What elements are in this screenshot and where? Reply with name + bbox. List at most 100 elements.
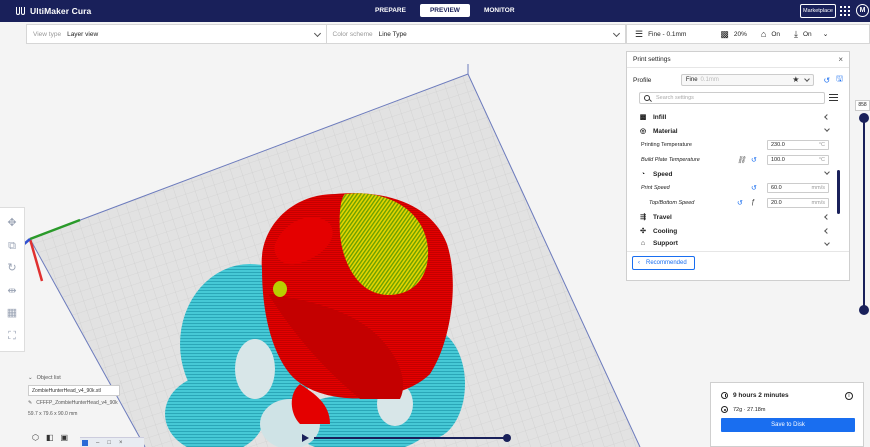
front-view-icon[interactable]: ◧ xyxy=(46,433,54,442)
tab-preview[interactable]: PREVIEW xyxy=(419,4,470,17)
layer-slider-top-handle[interactable] xyxy=(859,113,869,123)
reset-icon[interactable]: ↺ xyxy=(737,199,743,207)
close-window-icon[interactable]: × xyxy=(119,440,123,446)
profile-summary[interactable]: ☰ Fine - 0.1mm xyxy=(627,29,686,40)
view-type-value: Layer view xyxy=(67,30,99,38)
settings-scrollbar[interactable] xyxy=(837,170,840,214)
reset-profile-icon[interactable]: ↺ xyxy=(823,76,830,85)
color-scheme-dropdown[interactable]: Color scheme Line Type xyxy=(327,25,626,43)
layer-slider-bottom-handle[interactable] xyxy=(859,305,869,315)
top-bar: UltiMaker Cura PREPARE PREVIEW MONITOR M… xyxy=(0,0,870,22)
3d-view-icon[interactable]: ⬡ xyxy=(32,433,39,442)
profile-dropdown[interactable]: Fine 0.1mm ★ xyxy=(680,74,815,86)
field-value: 60.0 xyxy=(771,185,782,192)
infill-icon: ▩ xyxy=(639,114,647,121)
per-model-settings-icon[interactable]: ▦ xyxy=(5,306,19,320)
taskbar-fragment: – □ × xyxy=(80,437,144,447)
build-plate-temperature-field[interactable]: 100.0 °C xyxy=(767,154,829,165)
panel-header: Print settings × xyxy=(627,52,849,68)
view-type-dropdown[interactable]: View type Layer view xyxy=(27,25,327,43)
recommended-button[interactable]: ‹ Recommended xyxy=(632,256,695,270)
rotate-icon[interactable]: ↻ xyxy=(5,261,19,275)
account-avatar[interactable]: M xyxy=(856,4,869,17)
marketplace-button[interactable]: Marketplace xyxy=(800,4,836,18)
category-travel[interactable]: ⇶ Travel xyxy=(639,210,833,224)
chevron-down-icon xyxy=(804,76,811,82)
support-icon: ⌂ xyxy=(640,239,646,247)
setting-label: Print Speed xyxy=(641,185,670,192)
tab-monitor[interactable]: MONITOR xyxy=(474,4,525,17)
material-icon: ◎ xyxy=(639,128,647,135)
play-icon[interactable] xyxy=(302,434,309,442)
settings-search-input[interactable]: Search settings xyxy=(639,92,825,104)
print-setup-bar[interactable]: ☰ Fine - 0.1mm ▩ 20% ⌂ On ⤓ On ⌄ xyxy=(626,24,870,44)
chevron-left-icon xyxy=(824,114,830,120)
scale-icon[interactable]: ⧉ xyxy=(5,239,19,253)
layer-slider-track[interactable] xyxy=(863,118,865,310)
window-icon xyxy=(82,439,88,446)
category-infill[interactable]: ▩ Infill xyxy=(639,110,833,124)
category-support[interactable]: ⌂ Support xyxy=(639,238,833,248)
support-summary[interactable]: ⌂ On xyxy=(753,29,780,39)
view-orientation-buttons: ⬡ ◧ ▣ xyxy=(32,433,68,442)
reset-icon[interactable]: ↺ xyxy=(751,184,757,192)
category-cooling[interactable]: ✣ Cooling xyxy=(639,224,833,238)
tab-prepare[interactable]: PREPARE xyxy=(365,4,416,17)
current-layer-field[interactable]: 858 xyxy=(855,100,870,111)
field-unit: °C xyxy=(818,156,825,163)
category-material[interactable]: ◎ Material xyxy=(639,124,833,138)
top-bottom-speed-field[interactable]: 20.0 mm/s xyxy=(767,197,829,208)
reset-icon[interactable]: ↺ xyxy=(751,156,757,164)
job-name[interactable]: ✎ CFFFP_ZombieHunterHead_v4_90k xyxy=(28,400,148,406)
mirror-icon[interactable]: ⇹ xyxy=(5,284,19,298)
path-slider-track[interactable] xyxy=(314,437,506,439)
setting-print-speed: Print Speed ↺ 60.0 mm/s xyxy=(639,181,833,196)
apps-grid-icon[interactable] xyxy=(840,6,850,16)
print-speed-field[interactable]: 60.0 mm/s xyxy=(767,183,829,194)
function-icon[interactable]: ƒ xyxy=(751,199,755,206)
field-value: 20.0 xyxy=(771,199,782,206)
chevron-down-icon xyxy=(824,240,830,246)
search-placeholder: Search settings xyxy=(656,95,694,101)
print-time: 9 hours 2 minutes xyxy=(721,392,789,399)
setting-top-bottom-speed: Top/Bottom Speed ↺ ƒ 20.0 mm/s xyxy=(639,196,833,211)
category-label: Support xyxy=(653,239,678,247)
path-slider-handle[interactable] xyxy=(503,434,511,442)
material-usage-value: 72g · 27.18m xyxy=(733,406,766,413)
printing-temperature-field[interactable]: 230.0 °C xyxy=(767,140,829,151)
object-list-item[interactable]: ZombieHunterHead_v4_90k.stl xyxy=(28,385,120,396)
object-list-header[interactable]: ⌄ Object list xyxy=(28,375,148,381)
pencil-icon[interactable]: ✎ xyxy=(28,400,32,406)
category-speed[interactable]: ◔ Speed xyxy=(639,167,833,181)
info-icon[interactable]: i xyxy=(845,392,853,400)
chevron-down-icon: ⌄ xyxy=(822,31,829,38)
speed-icon: ◔ xyxy=(640,170,646,178)
top-view-icon[interactable]: ▣ xyxy=(61,433,69,442)
search-icon xyxy=(644,95,650,101)
field-value: 230.0 xyxy=(771,142,785,149)
field-value: 100.0 xyxy=(771,156,785,163)
minimize-icon[interactable]: – xyxy=(96,440,99,446)
print-settings-panel: Print settings × Profile Fine 0.1mm ★ ↺ … xyxy=(626,51,850,281)
move-icon[interactable]: ✥ xyxy=(5,216,19,230)
stage-tabs: PREPARE PREVIEW MONITOR xyxy=(365,4,525,17)
settings-visibility-menu-icon[interactable] xyxy=(829,94,838,101)
category-label: Travel xyxy=(653,213,672,221)
save-to-disk-button[interactable]: Save to Disk xyxy=(721,418,855,432)
star-icon[interactable]: ★ xyxy=(792,75,799,84)
profile-row: Profile Fine 0.1mm ★ ↺ 🖫 xyxy=(633,74,843,86)
close-icon[interactable]: × xyxy=(838,55,843,64)
category-label: Cooling xyxy=(653,227,678,235)
link-icon[interactable]: ⛓ xyxy=(737,156,746,164)
chevron-left-icon xyxy=(824,228,830,234)
adhesion-summary[interactable]: ⤓ On ⌄ xyxy=(786,29,829,40)
setting-build-plate-temperature: Build Plate Temperature ⛓ ↺ 100.0 °C xyxy=(639,153,833,168)
chevron-down-icon xyxy=(824,169,830,175)
save-profile-icon[interactable]: 🖫 xyxy=(836,73,843,87)
category-label: Speed xyxy=(653,170,673,178)
infill-icon: ▩ xyxy=(720,28,729,39)
support-blocker-icon[interactable]: ⛶ xyxy=(5,329,19,343)
category-label: Material xyxy=(653,127,678,135)
infill-summary[interactable]: ▩ 20% xyxy=(712,29,747,40)
maximize-icon[interactable]: □ xyxy=(107,440,111,446)
